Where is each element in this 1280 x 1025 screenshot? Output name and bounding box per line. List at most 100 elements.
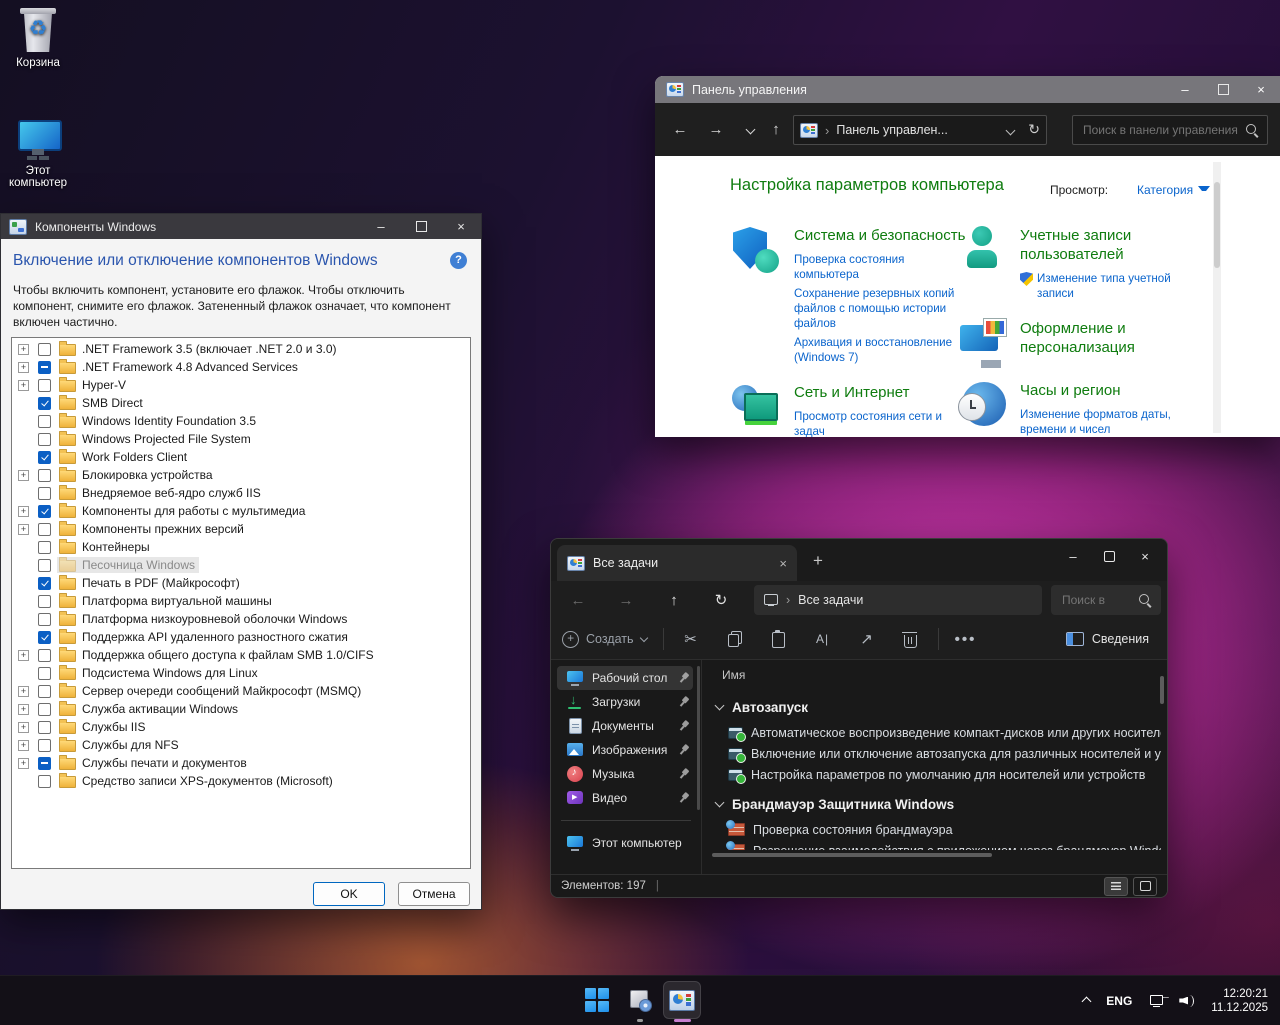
sidebar-scrollbar[interactable] xyxy=(697,666,700,810)
feature-row[interactable]: Поддержка общего доступа к файлам SMB 1.… xyxy=(12,646,470,664)
cp-category-title[interactable]: Часы и регион xyxy=(1020,381,1194,400)
up-button[interactable]: ↑ xyxy=(659,585,689,615)
expand-icon[interactable] xyxy=(18,344,29,355)
feature-checkbox[interactable] xyxy=(38,685,51,698)
large-icons-view-button[interactable] xyxy=(1133,877,1157,896)
sidebar-item-computer[interactable]: Этот компьютер xyxy=(557,831,693,855)
feature-checkbox[interactable] xyxy=(38,703,51,716)
search-input[interactable] xyxy=(1060,592,1133,608)
maximize-button[interactable] xyxy=(1091,541,1127,571)
feature-checkbox[interactable] xyxy=(38,667,51,680)
sidebar-item-desktop[interactable]: Рабочий стол xyxy=(557,666,693,690)
feature-checkbox[interactable] xyxy=(38,595,51,608)
cp-task-link[interactable]: Проверка состояния компьютера xyxy=(794,252,968,282)
cp-category-title[interactable]: Оформление и персонализация xyxy=(1020,319,1194,357)
feature-row[interactable]: Службы для NFS xyxy=(12,736,470,754)
task-item[interactable]: Разрешение взаимодействия с приложением … xyxy=(702,840,1161,850)
tab-all-tasks[interactable]: Все задачи × xyxy=(557,545,797,581)
taskbar-app-windows-features[interactable] xyxy=(621,981,659,1019)
feature-row[interactable]: Песочница Windows xyxy=(12,556,470,574)
ok-button[interactable]: OK xyxy=(313,882,385,906)
feature-row[interactable]: Компоненты для работы с мультимедиа xyxy=(12,502,470,520)
expand-icon[interactable] xyxy=(18,524,29,535)
close-button[interactable]: × xyxy=(1127,541,1163,571)
language-indicator[interactable]: ENG xyxy=(1106,994,1132,1008)
help-icon[interactable]: ? xyxy=(450,252,467,269)
expand-icon[interactable] xyxy=(18,362,29,373)
delete-button[interactable] xyxy=(889,631,933,648)
features-list[interactable]: .NET Framework 3.5 (включает .NET 2.0 и … xyxy=(11,337,471,869)
taskbar-app-control-panel[interactable] xyxy=(663,981,701,1019)
feature-checkbox[interactable] xyxy=(38,577,51,590)
feature-checkbox[interactable] xyxy=(38,433,51,446)
expand-icon[interactable] xyxy=(18,704,29,715)
group-header[interactable]: Автозапуск xyxy=(716,696,1161,718)
details-pane-button[interactable]: Сведения xyxy=(1066,632,1167,646)
address-bar[interactable]: › Все задачи xyxy=(754,585,1042,615)
desktop-icon-recycle-bin[interactable]: ♻ Корзина xyxy=(0,8,76,69)
share-button[interactable]: ↗ xyxy=(845,630,889,648)
network-icon[interactable] xyxy=(1150,994,1165,1007)
close-button[interactable]: × xyxy=(1242,76,1280,103)
cp-category-title[interactable]: Учетные записи пользователей xyxy=(1020,226,1194,264)
feature-checkbox[interactable] xyxy=(38,361,51,374)
minimize-button[interactable]: – xyxy=(361,214,401,239)
feature-checkbox[interactable] xyxy=(38,757,51,770)
details-view-button[interactable] xyxy=(1104,877,1128,896)
dialog-titlebar[interactable]: Компоненты Windows – × xyxy=(1,214,481,239)
feature-row[interactable]: Платформа виртуальной машины xyxy=(12,592,470,610)
group-header[interactable]: Брандмауэр Защитника Windows xyxy=(716,793,1161,815)
expand-icon[interactable] xyxy=(18,380,29,391)
cp-task-link[interactable]: Архивация и восстановление (Windows 7) xyxy=(794,335,968,365)
feature-checkbox[interactable] xyxy=(38,721,51,734)
feature-checkbox[interactable] xyxy=(38,379,51,392)
minimize-button[interactable]: – xyxy=(1166,76,1204,103)
sidebar-item-videos[interactable]: Видео xyxy=(557,786,693,810)
feature-row[interactable]: Платформа низкоуровневой оболочки Window… xyxy=(12,610,470,628)
paste-button[interactable] xyxy=(757,630,801,648)
volume-icon[interactable] xyxy=(1179,994,1195,1008)
feature-row[interactable]: Средство записи XPS-документов (Microsof… xyxy=(12,772,470,790)
feature-checkbox[interactable] xyxy=(38,775,51,788)
feature-row[interactable]: Печать в PDF (Майкрософт) xyxy=(12,574,470,592)
feature-row[interactable]: Внедряемое веб-ядро служб IIS xyxy=(12,484,470,502)
expand-icon[interactable] xyxy=(18,722,29,733)
cp-category-title[interactable]: Система и безопасность xyxy=(794,226,968,245)
sidebar-item-music[interactable]: Музыка xyxy=(557,762,693,786)
refresh-button[interactable]: ↻ xyxy=(706,585,736,615)
address-dropdown-icon[interactable] xyxy=(1007,123,1014,137)
feature-checkbox[interactable] xyxy=(38,649,51,662)
breadcrumb[interactable]: Панель управлен... xyxy=(836,123,948,137)
feature-row[interactable]: Windows Identity Foundation 3.5 xyxy=(12,412,470,430)
search-box[interactable] xyxy=(1072,115,1268,145)
task-item[interactable]: Включение или отключение автозапуска для… xyxy=(702,743,1161,764)
feature-row[interactable]: Windows Projected File System xyxy=(12,430,470,448)
minimize-button[interactable]: – xyxy=(1055,541,1091,571)
view-by-dropdown[interactable]: Категория xyxy=(1137,183,1210,197)
forward-button[interactable]: → xyxy=(611,585,641,615)
feature-row[interactable]: Сервер очереди сообщений Майкрософт (MSM… xyxy=(12,682,470,700)
feature-checkbox[interactable] xyxy=(38,541,51,554)
more-options-button[interactable]: ••• xyxy=(944,631,988,648)
tab-close-icon[interactable]: × xyxy=(779,556,787,571)
feature-row[interactable]: Поддержка API удаленного разностного сжа… xyxy=(12,628,470,646)
search-box[interactable] xyxy=(1051,585,1161,615)
feature-row[interactable]: Служба активации Windows xyxy=(12,700,470,718)
control-panel-titlebar[interactable]: Панель управления – × xyxy=(655,76,1280,103)
rename-button[interactable]: A| xyxy=(801,632,845,646)
feature-row[interactable]: Компоненты прежних версий xyxy=(12,520,470,538)
column-header-name[interactable]: Имя xyxy=(722,668,745,682)
expand-icon[interactable] xyxy=(18,506,29,517)
up-button[interactable]: ↑ xyxy=(763,103,789,156)
clock[interactable]: 12:20:21 11.12.2025 xyxy=(1211,987,1268,1015)
task-item[interactable]: Проверка состояния брандмауэра xyxy=(702,819,1161,840)
sidebar-item-pictures[interactable]: Изображения xyxy=(557,738,693,762)
feature-row[interactable]: Work Folders Client xyxy=(12,448,470,466)
hidden-icons-button[interactable] xyxy=(1083,992,1090,1010)
cp-category-title[interactable]: Сеть и Интернет xyxy=(794,383,968,402)
copy-button[interactable] xyxy=(713,631,757,647)
task-item[interactable]: Автоматическое воспроизведение компакт-д… xyxy=(702,722,1161,743)
search-icon[interactable] xyxy=(1139,594,1152,607)
search-input[interactable] xyxy=(1081,122,1246,138)
feature-checkbox[interactable] xyxy=(38,343,51,356)
